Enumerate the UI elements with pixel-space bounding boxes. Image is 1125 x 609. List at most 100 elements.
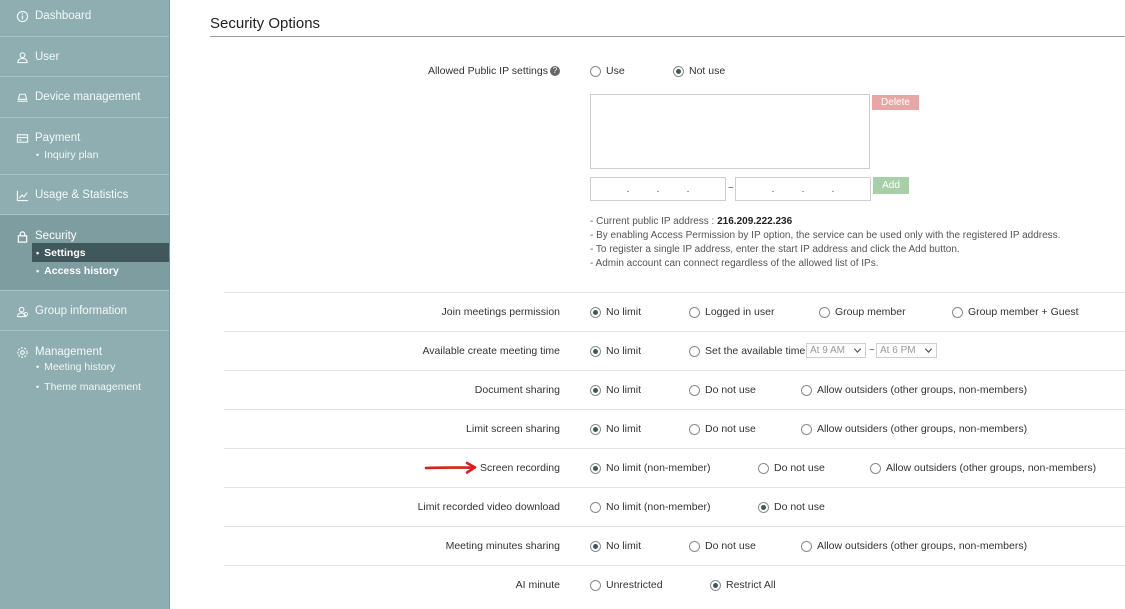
group-icon [16,306,29,317]
join-no-limit-radio[interactable]: No limit [590,306,641,318]
ai-restrict-all-radio[interactable]: Restrict All [710,579,776,591]
record-do-not-use-radio[interactable]: Do not use [758,462,825,474]
radio-dot [689,384,700,396]
doc-allow-outsiders-radio[interactable]: Allow outsiders (other groups, non-membe… [801,384,1027,396]
delete-ip-button[interactable]: Delete [872,95,919,110]
sidebar: Dashboard User Device management Payment… [0,0,170,609]
note-line: - By enabling Access Permission by IP op… [590,230,1061,241]
sidebar-subitem-inquiry-plan[interactable]: Inquiry plan [36,149,98,161]
row-divider [224,487,1125,488]
sidebar-item-user[interactable]: User [0,37,169,77]
record-no-limit-radio[interactable]: No limit (non-member) [590,462,710,474]
card-icon [16,133,29,143]
radio-label: Logged in user [705,306,775,318]
end-ip-input[interactable]: ... [735,177,871,201]
ip-use-radio[interactable]: Use [590,65,625,77]
download-do-not-use-radio[interactable]: Do not use [758,501,825,513]
sidebar-subitem-settings[interactable]: Settings [32,243,169,262]
ip-list-box[interactable] [590,94,870,169]
radio-label: Set the available time [705,345,806,357]
minutes-do-not-use-radio[interactable]: Do not use [689,540,756,552]
select-value: At 6 PM [880,345,916,356]
sidebar-subitem-theme-management[interactable]: Theme management [36,381,141,393]
user-icon [17,51,28,63]
radio-dot [590,462,601,474]
start-ip-input[interactable]: ... [590,177,726,201]
gear-icon [17,346,28,358]
radio-dot [819,306,830,318]
radio-dot [689,423,700,435]
minutes-allow-outsiders-radio[interactable]: Allow outsiders (other groups, non-membe… [801,540,1027,552]
sidebar-item-group-information[interactable]: Group information [0,291,169,331]
select-value: At 9 AM [810,345,846,356]
screen-do-not-use-radio[interactable]: Do not use [689,423,756,435]
screen-sharing-label: Limit screen sharing [466,423,560,435]
note-current-ip: - Current public IP address : 216.209.22… [590,215,1060,229]
sidebar-item-dashboard[interactable]: Dashboard [0,0,169,37]
screen-allow-outsiders-radio[interactable]: Allow outsiders (other groups, non-membe… [801,423,1027,435]
time-range-separator: ~ [869,345,875,356]
video-download-label: Limit recorded video download [417,501,560,513]
radio-dot [758,462,769,474]
doc-do-not-use-radio[interactable]: Do not use [689,384,756,396]
ip-not-use-radio[interactable]: Not use [673,65,725,77]
sidebar-item-label: Payment [35,132,81,144]
radio-dot [870,462,881,474]
sidebar-item-payment[interactable]: Payment Inquiry plan [0,118,169,175]
ip-settings-label: Allowed Public IP settings? [428,65,560,77]
radio-label: Restrict All [726,579,776,591]
row-divider [224,370,1125,371]
radio-label: No limit [606,384,642,396]
add-ip-button[interactable]: Add [873,177,909,194]
radio-dot [689,540,700,552]
sidebar-subitem-meeting-history[interactable]: Meeting history [36,361,115,373]
row-divider [224,292,1125,293]
radio-dot [710,579,721,591]
create-set-time-radio[interactable]: Set the available time [689,345,805,357]
screen-no-limit-radio[interactable]: No limit [590,423,641,435]
radio-dot [689,345,700,357]
minutes-no-limit-radio[interactable]: No limit [590,540,641,552]
sidebar-item-device-management[interactable]: Device management [0,77,169,118]
radio-label: Allow outsiders (other groups, non-membe… [817,384,1028,396]
join-logged-in-radio[interactable]: Logged in user [689,306,774,318]
note-line: - Admin account can connect regardless o… [590,258,879,269]
join-member-guest-radio[interactable]: Group member + Guest [952,306,1079,318]
radio-dot [952,306,963,318]
radio-dot [801,540,812,552]
sidebar-item-management[interactable]: Management Meeting history Theme managem… [0,331,169,406]
sidebar-item-label: Device management [35,91,141,103]
radio-label: Do not use [774,462,825,474]
end-time-select[interactable]: At 6 PM [876,343,937,358]
row-divider [224,409,1125,410]
row-divider [224,448,1125,449]
radio-dot [590,579,601,591]
lock-icon [17,230,28,243]
download-no-limit-radio[interactable]: No limit (non-member) [590,501,710,513]
ip-settings-label-text: Allowed Public IP settings [427,65,548,77]
radio-label: No limit [606,345,642,357]
create-time-label: Available create meeting time [422,345,560,357]
start-time-select[interactable]: At 9 AM [806,343,866,358]
chevron-down-icon [924,348,933,353]
radio-label: No limit [606,306,642,318]
sidebar-subitem-access-history[interactable]: Access history [36,265,119,277]
radio-label: Do not use [705,423,756,435]
help-icon[interactable]: ? [550,66,560,77]
radio-label: No limit (non-member) [606,462,711,474]
sidebar-item-label: Group information [35,305,128,317]
radio-label: Do not use [774,501,825,513]
doc-no-limit-radio[interactable]: No limit [590,384,641,396]
monitor-icon [17,93,28,102]
radio-dot [590,540,601,552]
create-no-limit-radio[interactable]: No limit [590,345,641,357]
join-group-member-radio[interactable]: Group member [819,306,906,318]
row-divider [224,526,1125,527]
radio-label: Unrestricted [606,579,663,591]
sidebar-item-usage-statistics[interactable]: Usage & Statistics [0,175,169,215]
radio-label: Not use [689,65,726,77]
record-allow-outsiders-radio[interactable]: Allow outsiders (other groups, non-membe… [870,462,1096,474]
sidebar-item-security[interactable]: Security Settings Access history [0,215,169,291]
ai-unrestricted-radio[interactable]: Unrestricted [590,579,663,591]
sidebar-item-label: Security [35,230,77,242]
